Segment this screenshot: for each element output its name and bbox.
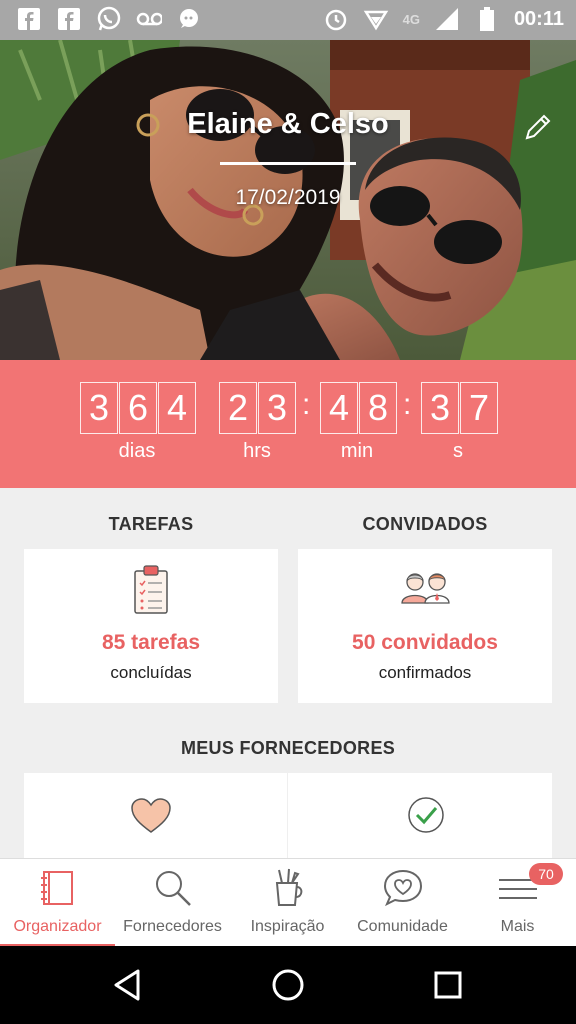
wedding-date: 17/02/2019 bbox=[235, 186, 341, 209]
wedding-countdown: 3 6 4 2 3 : 4 8 : 3 7 dias hrs min s bbox=[0, 360, 576, 488]
countdown-digit: 4 bbox=[158, 382, 196, 434]
countdown-digit: 8 bbox=[359, 382, 397, 434]
home-icon[interactable] bbox=[268, 965, 308, 1005]
nav-label: Mais bbox=[500, 918, 535, 935]
clipboard-checklist-icon bbox=[132, 563, 170, 615]
tasks-count: 85 tarefas bbox=[101, 631, 201, 654]
days-label: dias bbox=[118, 440, 156, 462]
countdown-digit: 6 bbox=[119, 382, 157, 434]
status-bar: 4G 00:11 bbox=[0, 0, 576, 40]
tasks-title: TAREFAS bbox=[108, 514, 194, 534]
guests-caption: confirmados bbox=[378, 663, 472, 682]
data-saver-icon bbox=[363, 6, 389, 32]
bottom-navigation: Organizador Fornecedores Inspiração Comu… bbox=[0, 858, 576, 947]
guests-couple-icon bbox=[399, 569, 453, 605]
countdown-separator: : bbox=[403, 388, 412, 421]
countdown-digit: 3 bbox=[258, 382, 296, 434]
guests-count: 50 convidados bbox=[352, 631, 498, 654]
network-type-label: 4G bbox=[402, 11, 420, 27]
days-digits: 3 6 4 bbox=[80, 382, 197, 434]
recents-icon[interactable] bbox=[428, 965, 468, 1005]
android-navigation-bar bbox=[0, 946, 576, 1024]
battery-icon bbox=[474, 6, 500, 32]
facebook-icon bbox=[56, 6, 82, 32]
message-bubble-icon bbox=[176, 6, 202, 32]
back-icon[interactable] bbox=[108, 965, 148, 1005]
alarm-icon bbox=[323, 6, 349, 32]
couple-photo-header: Elaine & Celso 17/02/2019 bbox=[0, 40, 576, 360]
nav-organizador[interactable]: Organizador bbox=[0, 859, 115, 947]
voicemail-icon bbox=[136, 6, 162, 32]
tasks-caption: concluídas bbox=[110, 663, 192, 682]
nav-label: Inspiração bbox=[250, 918, 325, 935]
seconds-label: s bbox=[453, 440, 463, 462]
countdown-digit: 3 bbox=[421, 382, 459, 434]
couple-name: Elaine & Celso bbox=[187, 108, 389, 140]
tasks-card[interactable]: 85 tarefas concluídas bbox=[24, 549, 278, 703]
countdown-digit: 7 bbox=[460, 382, 498, 434]
countdown-digit: 4 bbox=[320, 382, 358, 434]
nav-inspiracao[interactable]: Inspiração bbox=[230, 859, 345, 947]
nav-comunidade[interactable]: Comunidade bbox=[345, 859, 460, 947]
edit-pencil-icon[interactable] bbox=[523, 112, 553, 142]
signal-icon bbox=[434, 6, 460, 32]
heart-icon bbox=[130, 797, 172, 835]
hours-label: hrs bbox=[243, 440, 271, 462]
countdown-digit: 2 bbox=[219, 382, 257, 434]
name-divider bbox=[220, 162, 356, 165]
suppliers-title: MEUS FORNECEDORES bbox=[180, 738, 396, 758]
countdown-digit: 3 bbox=[80, 382, 118, 434]
notification-badge: 70 bbox=[529, 863, 563, 885]
hired-suppliers-card[interactable] bbox=[288, 773, 552, 863]
countdown-separator: : bbox=[302, 388, 311, 421]
minutes-label: min bbox=[340, 440, 374, 462]
clock-time: 00:11 bbox=[513, 7, 564, 30]
favorite-suppliers-card[interactable] bbox=[24, 773, 287, 863]
search-icon bbox=[152, 867, 194, 909]
minutes-digits: 4 8 bbox=[320, 382, 398, 434]
nav-label: Organizador bbox=[13, 918, 102, 935]
check-circle-icon bbox=[406, 795, 446, 835]
seconds-digits: 3 7 bbox=[421, 382, 499, 434]
nav-label: Comunidade bbox=[357, 918, 448, 935]
whatsapp-icon bbox=[96, 6, 122, 32]
nav-mais[interactable]: 70 Mais bbox=[460, 859, 575, 947]
guests-title: CONVIDADOS bbox=[362, 514, 488, 534]
chat-heart-icon bbox=[382, 867, 424, 909]
guests-card[interactable]: 50 convidados confirmados bbox=[298, 549, 552, 703]
brush-cup-icon bbox=[267, 867, 309, 909]
notebook-icon bbox=[37, 867, 79, 909]
nav-label: Fornecedores bbox=[123, 918, 222, 935]
hours-digits: 2 3 bbox=[219, 382, 297, 434]
facebook-icon bbox=[16, 6, 42, 32]
nav-fornecedores[interactable]: Fornecedores bbox=[115, 859, 230, 947]
